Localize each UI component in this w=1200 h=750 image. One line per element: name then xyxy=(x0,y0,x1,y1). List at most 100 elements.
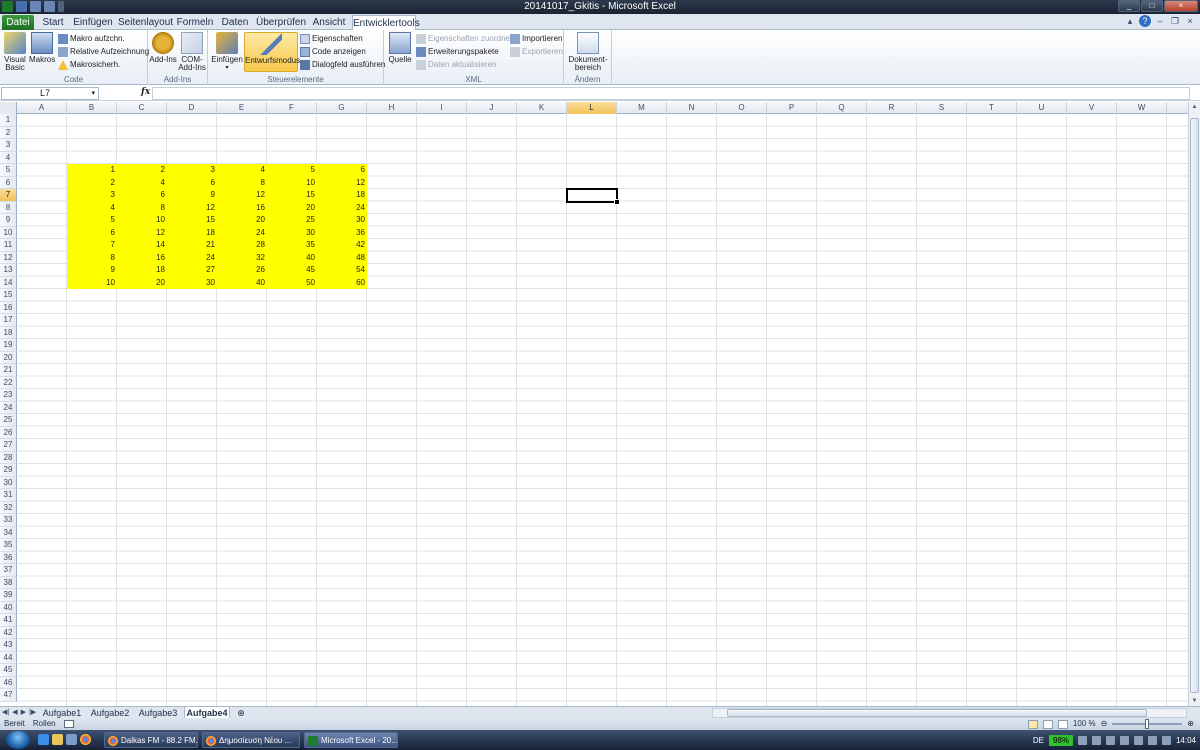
row-header-23[interactable]: 23 xyxy=(0,389,17,402)
cell-g8[interactable]: 24 xyxy=(317,202,367,215)
tray-app-icon[interactable] xyxy=(1147,735,1157,745)
row-header-12[interactable]: 12 xyxy=(0,251,17,264)
cell-c6[interactable]: 4 xyxy=(117,177,167,190)
cell-c8[interactable]: 8 xyxy=(117,202,167,215)
cell-f11[interactable]: 35 xyxy=(267,239,317,252)
entwurfsmodus-button[interactable]: Entwurfsmodus xyxy=(244,32,300,72)
tab-seitenlayout[interactable]: Seitenlayout xyxy=(118,15,173,30)
column-header-k[interactable]: K xyxy=(517,102,567,114)
column-header-s[interactable]: S xyxy=(917,102,967,114)
help-icon[interactable]: ? xyxy=(1139,15,1151,27)
cell-f6[interactable]: 10 xyxy=(267,177,317,190)
erweiterungspakete-button[interactable]: Erweiterungspakete xyxy=(416,46,499,58)
cell-e11[interactable]: 28 xyxy=(217,239,267,252)
row-header-21[interactable]: 21 xyxy=(0,364,17,377)
row-header-14[interactable]: 14 xyxy=(0,276,17,289)
zoom-slider[interactable] xyxy=(1112,719,1183,729)
tab-formeln[interactable]: Formeln xyxy=(176,15,214,30)
row-header-35[interactable]: 35 xyxy=(0,539,17,552)
makros-button[interactable]: Makros xyxy=(29,32,55,64)
importieren-button[interactable]: Importieren xyxy=(510,33,562,45)
cell-d6[interactable]: 6 xyxy=(167,177,217,190)
cell-b5[interactable]: 1 xyxy=(67,164,117,177)
row-header-45[interactable]: 45 xyxy=(0,664,17,677)
cell-e10[interactable]: 24 xyxy=(217,227,267,240)
row-header-10[interactable]: 10 xyxy=(0,226,17,239)
row-header-29[interactable]: 29 xyxy=(0,464,17,477)
row-header-24[interactable]: 24 xyxy=(0,401,17,414)
row-header-11[interactable]: 11 xyxy=(0,239,17,252)
tab-entwicklertools[interactable]: Entwicklertools xyxy=(352,15,420,31)
cell-d11[interactable]: 21 xyxy=(167,239,217,252)
tray-app-icon[interactable] xyxy=(1133,735,1143,745)
cell-g9[interactable]: 30 xyxy=(317,214,367,227)
tab-einfuegen[interactable]: Einfügen xyxy=(72,15,114,30)
eigenschaften-zuordnen-button[interactable]: Eigenschaften zuordnen xyxy=(416,33,514,45)
vertical-scrollbar[interactable]: ▲ ▼ xyxy=(1188,102,1200,706)
cell-d10[interactable]: 18 xyxy=(167,227,217,240)
row-header-44[interactable]: 44 xyxy=(0,651,17,664)
cell-d5[interactable]: 3 xyxy=(167,164,217,177)
cell-c12[interactable]: 16 xyxy=(117,252,167,265)
clock[interactable]: 14:04 xyxy=(1176,736,1196,745)
column-header-v[interactable]: V xyxy=(1067,102,1117,114)
column-header-f[interactable]: F xyxy=(267,102,317,114)
tab-start[interactable]: Start xyxy=(38,15,68,30)
ie-icon[interactable] xyxy=(38,734,49,745)
row-header-31[interactable]: 31 xyxy=(0,489,17,502)
cell-f10[interactable]: 30 xyxy=(267,227,317,240)
chrome-icon[interactable] xyxy=(80,734,91,745)
makro-aufzeichnen-button[interactable]: Makro aufzchn. xyxy=(58,33,125,45)
row-header-37[interactable]: 37 xyxy=(0,564,17,577)
cell-e12[interactable]: 32 xyxy=(217,252,267,265)
scroll-down-icon[interactable]: ▼ xyxy=(1189,696,1200,706)
tab-file[interactable]: Datei xyxy=(2,15,34,30)
ribbon-minimize-icon[interactable]: ▴ xyxy=(1124,15,1136,27)
column-header-q[interactable]: Q xyxy=(817,102,867,114)
page-layout-view-button[interactable] xyxy=(1042,719,1053,729)
cell-g7[interactable]: 18 xyxy=(317,189,367,202)
row-header-9[interactable]: 9 xyxy=(0,214,17,227)
cell-e6[interactable]: 8 xyxy=(217,177,267,190)
cell-c7[interactable]: 6 xyxy=(117,189,167,202)
taskbar-item-post[interactable]: Δημοσίευση Νέου ... xyxy=(202,732,300,748)
column-header-t[interactable]: T xyxy=(967,102,1017,114)
cell-b12[interactable]: 8 xyxy=(67,252,117,265)
row-header-17[interactable]: 17 xyxy=(0,314,17,327)
row-header-1[interactable]: 1 xyxy=(0,114,17,127)
row-header-33[interactable]: 33 xyxy=(0,514,17,527)
tray-app-icon[interactable] xyxy=(1119,735,1129,745)
cell-b8[interactable]: 4 xyxy=(67,202,117,215)
cell-b13[interactable]: 9 xyxy=(67,264,117,277)
cell-d9[interactable]: 15 xyxy=(167,214,217,227)
cell-e5[interactable]: 4 xyxy=(217,164,267,177)
cell-e13[interactable]: 26 xyxy=(217,264,267,277)
row-header-7[interactable]: 7 xyxy=(0,189,17,202)
cell-area[interactable]: 1 2 3 4 5 6 2 4 6 8 10 12 3 6 9 12 15 18 4 8 12 16 20 24 5 10 15 20… xyxy=(17,114,1188,706)
column-header-a[interactable]: A xyxy=(17,102,67,114)
add-ins-button[interactable]: Add-Ins xyxy=(149,32,177,64)
row-header-8[interactable]: 8 xyxy=(0,201,17,214)
column-header-p[interactable]: P xyxy=(767,102,817,114)
cell-f8[interactable]: 20 xyxy=(267,202,317,215)
cell-d8[interactable]: 12 xyxy=(167,202,217,215)
row-header-20[interactable]: 20 xyxy=(0,351,17,364)
explorer-icon[interactable] xyxy=(52,734,63,745)
code-anzeigen-button[interactable]: Code anzeigen xyxy=(300,46,366,58)
column-header-c[interactable]: C xyxy=(117,102,167,114)
row-header-26[interactable]: 26 xyxy=(0,426,17,439)
column-header-b[interactable]: B xyxy=(67,102,117,114)
cell-b10[interactable]: 6 xyxy=(67,227,117,240)
row-header-47[interactable]: 47 xyxy=(0,689,17,702)
makrosicherheit-button[interactable]: Makrosicherh. xyxy=(58,59,120,71)
workbook-close-icon[interactable]: × xyxy=(1184,15,1196,27)
column-header-d[interactable]: D xyxy=(167,102,217,114)
column-header-j[interactable]: J xyxy=(467,102,517,114)
zoom-level[interactable]: 100 % xyxy=(1073,718,1096,730)
einfuegen-controls-button[interactable]: Einfügen ▾ xyxy=(210,32,244,72)
row-header-46[interactable]: 46 xyxy=(0,676,17,689)
tray-app-icon[interactable] xyxy=(1105,735,1115,745)
quelle-button[interactable]: Quelle xyxy=(387,32,413,64)
column-header-m[interactable]: M xyxy=(617,102,667,114)
visual-basic-button[interactable]: Visual Basic xyxy=(2,32,28,72)
